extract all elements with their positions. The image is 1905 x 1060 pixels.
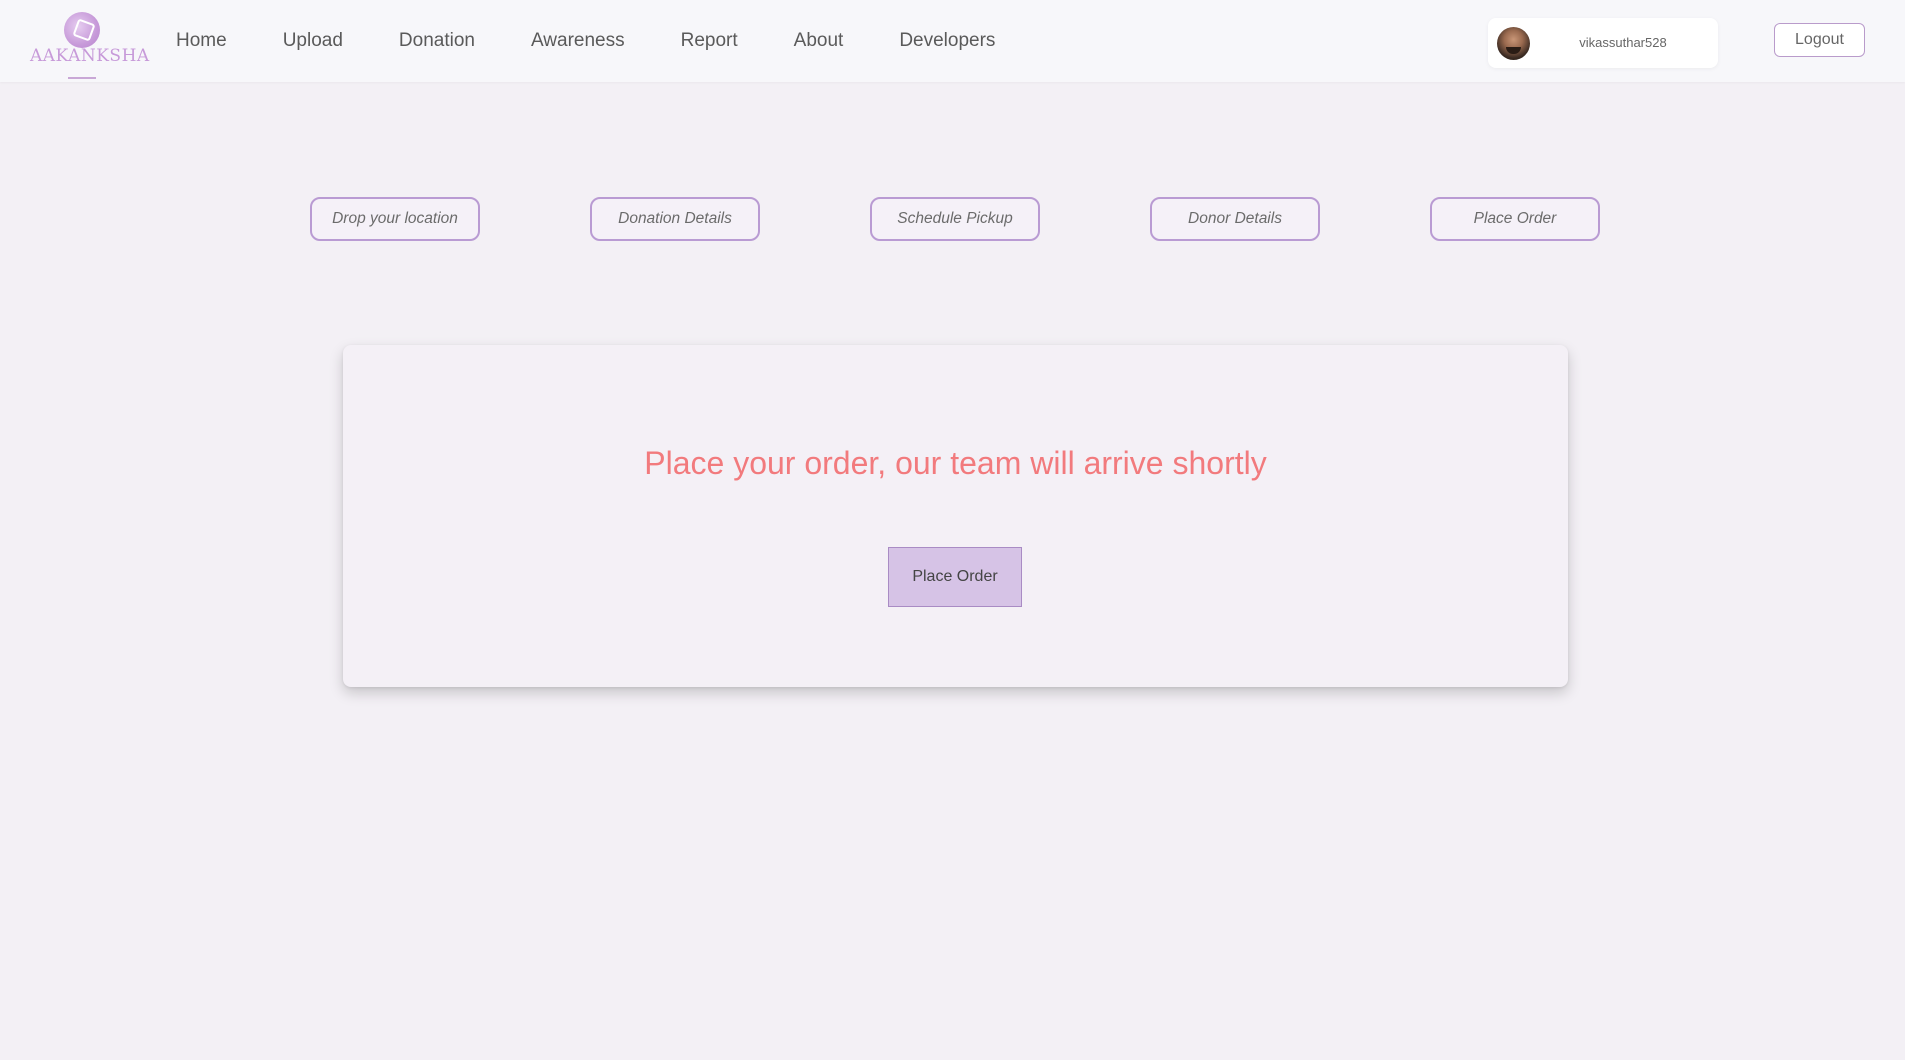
nav-awareness[interactable]: Awareness: [531, 30, 625, 52]
main-nav: Home Upload Donation Awareness Report Ab…: [176, 0, 1051, 82]
step-drop-location[interactable]: Drop your location: [310, 197, 480, 241]
nav-upload[interactable]: Upload: [283, 30, 343, 52]
nav-about[interactable]: About: [794, 30, 844, 52]
place-order-card: Place your order, our team will arrive s…: [343, 345, 1568, 687]
user-profile-card[interactable]: vikassuthar528: [1488, 18, 1718, 68]
username: vikassuthar528: [1579, 35, 1667, 50]
logo-hand-icon: [64, 12, 100, 48]
logo-tagline-decoration: [30, 64, 134, 79]
step-schedule-pickup[interactable]: Schedule Pickup: [870, 197, 1040, 241]
brand-name: AAKANKSHA: [30, 46, 150, 66]
brand-logo[interactable]: AAKANKSHA: [30, 12, 150, 79]
step-place-order[interactable]: Place Order: [1430, 197, 1600, 241]
logout-button[interactable]: Logout: [1774, 23, 1865, 57]
nav-donation[interactable]: Donation: [399, 30, 475, 52]
card-heading: Place your order, our team will arrive s…: [644, 445, 1267, 481]
avatar: [1497, 27, 1530, 60]
step-donation-details[interactable]: Donation Details: [590, 197, 760, 241]
nav-report[interactable]: Report: [681, 30, 738, 52]
nav-home[interactable]: Home: [176, 30, 227, 52]
place-order-button[interactable]: Place Order: [888, 547, 1022, 607]
step-donor-details[interactable]: Donor Details: [1150, 197, 1320, 241]
top-navbar: AAKANKSHA Home Upload Donation Awareness…: [0, 0, 1905, 82]
nav-developers[interactable]: Developers: [899, 30, 995, 52]
